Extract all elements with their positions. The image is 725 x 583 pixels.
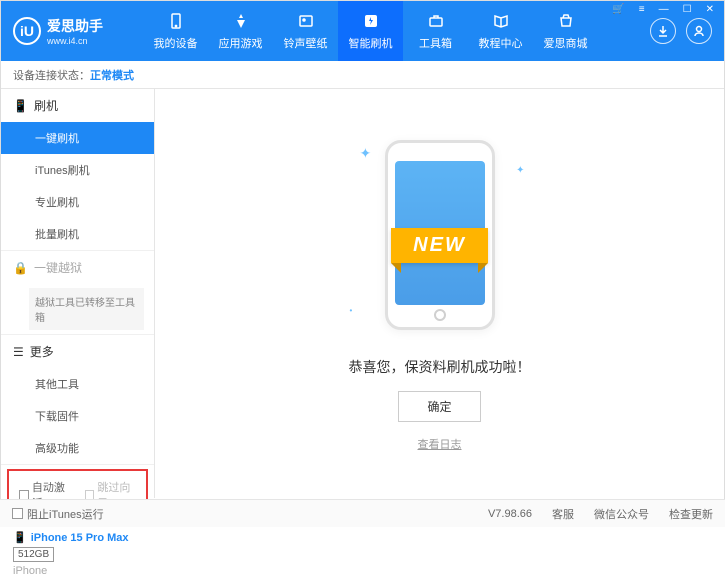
version-label: V7.98.66 bbox=[488, 508, 532, 520]
nav-label: 智能刷机 bbox=[349, 35, 393, 51]
phone-illustration: ✦ ✦ • NEW bbox=[370, 135, 510, 335]
sidebar-item-advanced[interactable]: 高级功能 bbox=[1, 432, 154, 464]
menu-icon: ☰ bbox=[13, 345, 24, 359]
main-content: ✦ ✦ • NEW 恭喜您，保资料刷机成功啦！ 确定 查看日志 bbox=[155, 89, 724, 498]
success-message: 恭喜您，保资料刷机成功啦！ bbox=[349, 357, 531, 377]
sidebar-item-pro-flash[interactable]: 专业刷机 bbox=[1, 186, 154, 218]
sidebar: 📱 刷机 一键刷机 iTunes刷机 专业刷机 批量刷机 🔒 一键越狱 越狱工具… bbox=[1, 89, 155, 498]
sidebar-section-flash[interactable]: 📱 刷机 bbox=[1, 89, 154, 122]
logo-icon: iU bbox=[13, 17, 41, 45]
sidebar-section-more[interactable]: ☰ 更多 bbox=[1, 335, 154, 368]
checkbox-label: 阻止iTunes运行 bbox=[27, 506, 104, 522]
sidebar-item-batch-flash[interactable]: 批量刷机 bbox=[1, 218, 154, 250]
maximize-icon[interactable]: ☐ bbox=[680, 2, 695, 17]
nav-tutorials[interactable]: 教程中心 bbox=[468, 1, 533, 61]
sparkle-icon: ✦ bbox=[360, 145, 372, 162]
cart-icon[interactable]: 🛒 bbox=[609, 2, 627, 17]
close-icon[interactable]: ✕ bbox=[703, 2, 717, 17]
device-type: iPhone bbox=[13, 565, 142, 577]
nav-label: 铃声壁纸 bbox=[284, 35, 328, 51]
footer-link-support[interactable]: 客服 bbox=[552, 506, 574, 522]
sidebar-item-download-firmware[interactable]: 下载固件 bbox=[1, 400, 154, 432]
sidebar-item-itunes-flash[interactable]: iTunes刷机 bbox=[1, 154, 154, 186]
sidebar-item-other-tools[interactable]: 其他工具 bbox=[1, 368, 154, 400]
sidebar-item-oneclick-flash[interactable]: 一键刷机 bbox=[1, 122, 154, 154]
section-label: 更多 bbox=[30, 343, 54, 360]
device-info: 📱 iPhone 15 Pro Max 512GB iPhone bbox=[1, 525, 154, 583]
device-icon: 📱 bbox=[13, 532, 27, 544]
app-url: www.i4.cn bbox=[47, 36, 103, 46]
section-label: 一键越狱 bbox=[34, 259, 82, 276]
minimize-icon[interactable]: — bbox=[656, 2, 672, 17]
nav-toolbox[interactable]: 工具箱 bbox=[403, 1, 468, 61]
store-icon bbox=[556, 11, 576, 31]
apps-icon bbox=[231, 11, 251, 31]
image-icon bbox=[296, 11, 316, 31]
status-prefix: 设备连接状态： bbox=[13, 67, 90, 83]
phone-icon: 📱 bbox=[13, 99, 28, 113]
connection-status: 设备连接状态： 正常模式 bbox=[1, 61, 724, 89]
ok-button[interactable]: 确定 bbox=[398, 391, 480, 422]
view-log-link[interactable]: 查看日志 bbox=[418, 436, 462, 452]
app-title: 爱思助手 bbox=[47, 16, 103, 36]
nav-apps-games[interactable]: 应用游戏 bbox=[208, 1, 273, 61]
nav-label: 应用游戏 bbox=[219, 35, 263, 51]
block-itunes-checkbox[interactable]: 阻止iTunes运行 bbox=[12, 506, 104, 522]
nav-my-device[interactable]: 我的设备 bbox=[143, 1, 208, 61]
device-storage: 512GB bbox=[13, 547, 54, 562]
download-button[interactable] bbox=[650, 18, 676, 44]
top-nav: 我的设备 应用游戏 铃声壁纸 智能刷机 工具箱 教程中心 爱思商城 bbox=[143, 1, 650, 61]
footer-link-wechat[interactable]: 微信公众号 bbox=[594, 506, 649, 522]
sidebar-section-jailbreak: 🔒 一键越狱 bbox=[1, 251, 154, 284]
footer: 阻止iTunes运行 V7.98.66 客服 微信公众号 检查更新 bbox=[0, 499, 725, 527]
device-name: iPhone 15 Pro Max bbox=[31, 532, 129, 544]
nav-label: 爱思商城 bbox=[544, 35, 588, 51]
flash-icon bbox=[361, 11, 381, 31]
nav-store[interactable]: 爱思商城 bbox=[533, 1, 598, 61]
menu-icon[interactable]: ≡ bbox=[636, 2, 648, 17]
lock-icon: 🔒 bbox=[13, 261, 28, 275]
nav-label: 教程中心 bbox=[479, 35, 523, 51]
nav-label: 我的设备 bbox=[154, 35, 198, 51]
status-mode: 正常模式 bbox=[90, 67, 134, 83]
new-ribbon: NEW bbox=[391, 228, 488, 263]
jailbreak-note: 越狱工具已转移至工具箱 bbox=[29, 288, 144, 330]
footer-link-update[interactable]: 检查更新 bbox=[669, 506, 713, 522]
nav-ringtones[interactable]: 铃声壁纸 bbox=[273, 1, 338, 61]
nav-smart-flash[interactable]: 智能刷机 bbox=[338, 1, 403, 61]
sparkle-icon: • bbox=[350, 306, 353, 315]
book-icon bbox=[491, 11, 511, 31]
phone-icon bbox=[166, 11, 186, 31]
section-label: 刷机 bbox=[34, 97, 58, 114]
logo: iU 爱思助手 www.i4.cn bbox=[13, 16, 143, 46]
user-button[interactable] bbox=[686, 18, 712, 44]
nav-label: 工具箱 bbox=[419, 35, 452, 51]
toolbox-icon bbox=[426, 11, 446, 31]
sparkle-icon: ✦ bbox=[516, 165, 524, 176]
